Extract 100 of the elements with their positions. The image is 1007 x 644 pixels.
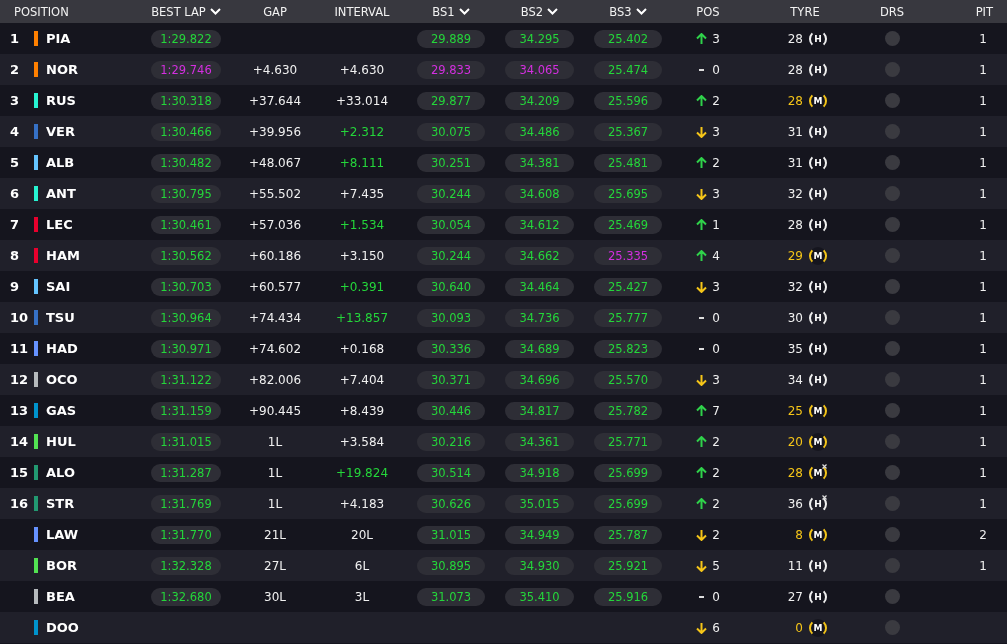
- sector-time: 34.065: [505, 60, 574, 79]
- column-header[interactable]: INTERVAL: [318, 4, 406, 19]
- interval-value: 20L: [351, 527, 373, 542]
- chevron-down-icon: [635, 8, 647, 15]
- sector-time: 25.699: [593, 494, 663, 513]
- gap-value: +39.956: [248, 124, 301, 139]
- table-row[interactable]: 6 ANT 1:30.795 +55.502 +7.435 30.244 34.608 25.695 3 32 H 1: [0, 178, 1007, 209]
- gap-value: +60.186: [248, 248, 301, 263]
- interval-value: +0.391: [339, 279, 385, 294]
- driver-code: LAW: [46, 527, 79, 542]
- best-lap-time: 1:30.703: [151, 277, 221, 296]
- table-row[interactable]: 10 TSU 1:30.964 +74.434 +13.857 30.093 34.736 25.777 0 30 H 1: [0, 302, 1007, 333]
- gap-value: +90.445: [248, 403, 301, 418]
- sector-time: 34.612: [505, 215, 574, 234]
- column-header[interactable]: DRS: [867, 4, 917, 19]
- column-header[interactable]: PIT: [917, 4, 1007, 19]
- column-header[interactable]: GAP: [232, 4, 318, 19]
- gap-value: 30L: [264, 589, 286, 604]
- interval-value: +7.435: [339, 186, 385, 201]
- column-header[interactable]: BEST LAP: [140, 4, 232, 19]
- sector-time: 29.889: [416, 29, 486, 48]
- table-row[interactable]: 16 STR 1:31.769 1L +4.183 30.626 35.015 25.699 2 36 H 1: [0, 488, 1007, 519]
- tyre-laps: 8: [794, 527, 803, 542]
- table-row[interactable]: 8 HAM 1:30.562 +60.186 +3.150 30.244 34.662 25.335 4 29 M 1: [0, 240, 1007, 271]
- sector-time: 34.696: [505, 370, 574, 389]
- pit-count: 1: [979, 279, 987, 294]
- pit-count: 1: [979, 403, 987, 418]
- table-row[interactable]: 12 OCO 1:31.122 +82.006 +7.404 30.371 34.696 25.570 3 34 H 1: [0, 364, 1007, 395]
- column-header[interactable]: POS: [673, 4, 743, 19]
- gap-value: 21L: [264, 527, 286, 542]
- best-lap-time: 1:31.015: [151, 432, 221, 451]
- position-change: 4: [712, 248, 720, 263]
- pit-count: 1: [979, 62, 987, 77]
- sector-time: 30.336: [416, 339, 486, 358]
- pit-count: 1: [979, 155, 987, 170]
- tyre-laps: 0: [794, 620, 803, 635]
- column-header[interactable]: POSITION: [0, 4, 140, 19]
- driver-code: ALB: [46, 155, 75, 170]
- sector-time: 34.361: [505, 432, 574, 451]
- best-lap-time: 1:30.971: [151, 339, 221, 358]
- interval-value: +19.824: [335, 465, 388, 480]
- pit-count: 1: [979, 341, 987, 356]
- interval-value: 3L: [354, 589, 370, 604]
- sector-time: 30.514: [416, 463, 486, 482]
- position-change: 2: [712, 527, 720, 542]
- best-lap-time: 1:30.466: [151, 122, 221, 141]
- sector-time: 30.895: [416, 556, 486, 575]
- sector-time: 30.075: [416, 122, 486, 141]
- sector-time: 34.930: [505, 556, 574, 575]
- pit-count: 1: [979, 217, 987, 232]
- best-lap-time: 1:31.770: [151, 525, 221, 544]
- driver-code: PIA: [46, 31, 71, 46]
- sector-time: 30.640: [416, 277, 486, 296]
- sector-time: 34.209: [505, 91, 574, 110]
- best-lap-time: 1:30.795: [151, 184, 221, 203]
- sector-time: 29.833: [416, 60, 486, 79]
- chevron-down-icon: [458, 8, 470, 15]
- table-row[interactable]: 14 HUL 1:31.015 1L +3.584 30.216 34.361 25.771 2 20 M 1: [0, 426, 1007, 457]
- sector-time: 25.823: [593, 339, 663, 358]
- pit-count: 1: [979, 248, 987, 263]
- gap-value: +82.006: [248, 372, 301, 387]
- position-change: 5: [712, 558, 720, 573]
- sector-time: 30.446: [416, 401, 486, 420]
- gap-value: +60.577: [248, 279, 301, 294]
- pit-count: 1: [979, 558, 987, 573]
- pit-count: 1: [979, 496, 987, 511]
- interval-value: +0.168: [339, 341, 385, 356]
- pit-count: 1: [979, 186, 987, 201]
- pit-count: 1: [979, 465, 987, 480]
- tyre-laps: 36: [786, 496, 803, 511]
- driver-code: ALO: [46, 465, 75, 480]
- tyre-laps: 35: [786, 341, 803, 356]
- position-change: 2: [712, 465, 720, 480]
- best-lap-time: 1:31.122: [151, 370, 221, 389]
- best-lap-time: 1:30.964: [151, 308, 221, 327]
- sector-time: 34.464: [505, 277, 574, 296]
- gap-value: +74.434: [248, 310, 301, 325]
- tyre-compound-icon: M: [809, 432, 827, 451]
- table-row[interactable]: 4 VER 1:30.466 +39.956 +2.312 30.075 34.486 25.367 3 31 H 1: [0, 116, 1007, 147]
- table-row[interactable]: DOO 6 0 M: [0, 612, 1007, 643]
- column-header[interactable]: BS2: [496, 4, 583, 19]
- tyre-laps: 28: [786, 217, 803, 232]
- driver-code: GAS: [46, 403, 77, 418]
- tyre-compound-icon: M: [809, 246, 827, 265]
- table-row[interactable]: BOR 1:32.328 27L 6L 30.895 34.930 25.921 5 11 H 1: [0, 550, 1007, 581]
- best-lap-time: 1:30.461: [151, 215, 221, 234]
- gap-value: 27L: [264, 558, 286, 573]
- column-header[interactable]: BS1: [406, 4, 496, 19]
- column-header[interactable]: BS3: [583, 4, 673, 19]
- chevron-down-icon: [547, 8, 559, 15]
- sector-time: 34.381: [505, 153, 574, 172]
- gap-value: +48.067: [248, 155, 301, 170]
- sector-time: 25.695: [593, 184, 663, 203]
- cross-icon: [822, 463, 827, 469]
- column-header[interactable]: TYRE: [743, 4, 867, 19]
- sector-time: 25.699: [593, 463, 663, 482]
- driver-code: LEC: [46, 217, 73, 232]
- best-lap-time: 1:29.822: [151, 29, 221, 48]
- position-change: 2: [712, 434, 720, 449]
- table-row[interactable]: 2 NOR 1:29.746 +4.630 +4.630 29.833 34.065 25.474 0 28 H 1: [0, 54, 1007, 85]
